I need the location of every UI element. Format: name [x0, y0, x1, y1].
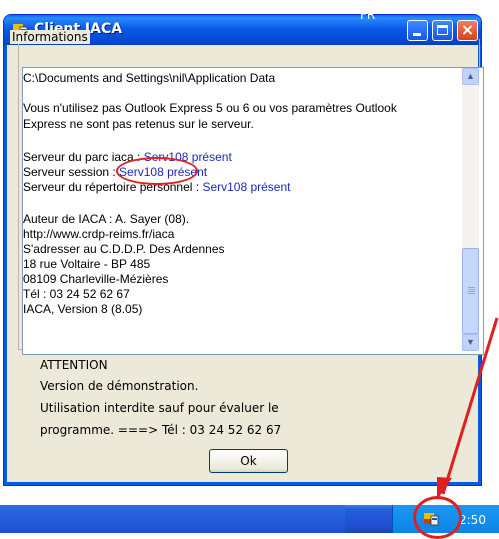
annotation-arrow	[437, 317, 499, 500]
